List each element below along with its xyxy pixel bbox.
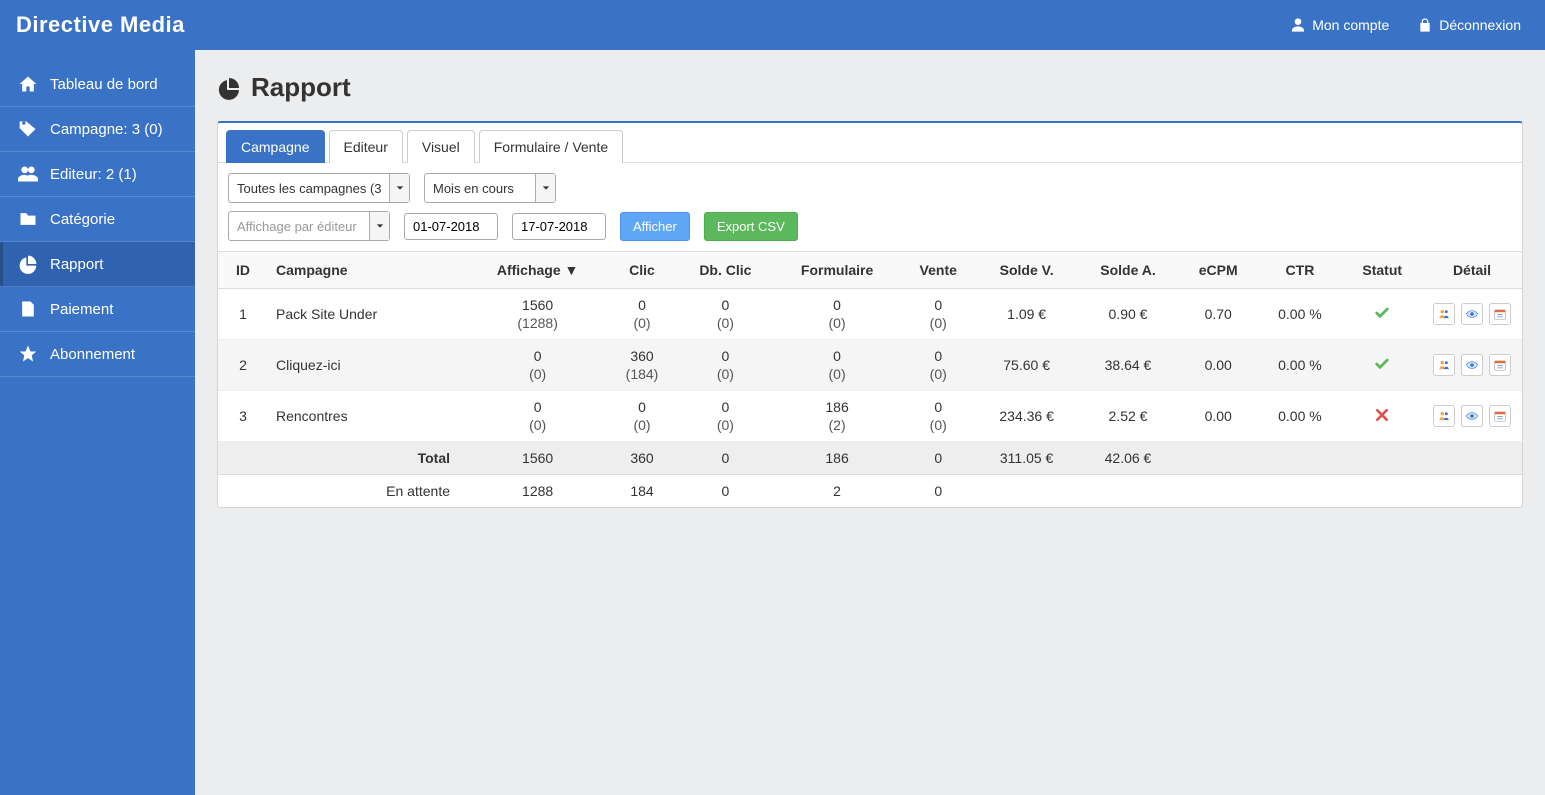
campagne-select[interactable] bbox=[228, 173, 410, 203]
sidebar: Tableau de bord Campagne: 3 (0) Editeur:… bbox=[0, 50, 195, 795]
pending-label: En attente bbox=[218, 475, 468, 508]
detail-view-button[interactable] bbox=[1461, 405, 1483, 427]
period-select[interactable] bbox=[424, 173, 556, 203]
totals-row: Total 1560 360 0 186 0 311.05 € 42.06 € bbox=[218, 442, 1522, 475]
sidebar-item-label: Catégorie bbox=[50, 211, 115, 228]
detail-users-button[interactable] bbox=[1433, 405, 1455, 427]
col-detail[interactable]: Détail bbox=[1422, 252, 1522, 289]
col-dbclic[interactable]: Db. Clic bbox=[677, 252, 774, 289]
my-account-link[interactable]: Mon compte bbox=[1290, 17, 1389, 33]
table-row: 1Pack Site Under1560(1288)0(0)0(0)0(0)0(… bbox=[218, 289, 1522, 340]
col-affichage[interactable]: Affichage ▼ bbox=[468, 252, 607, 289]
brand-logo[interactable]: Directive Media bbox=[16, 12, 185, 38]
sidebar-item-paiement[interactable]: Paiement bbox=[0, 287, 195, 332]
detail-calendar-button[interactable] bbox=[1489, 405, 1511, 427]
sidebar-item-editeur[interactable]: Editeur: 2 (1) bbox=[0, 152, 195, 197]
tabs: Campagne Editeur Visuel Formulaire / Ven… bbox=[218, 123, 1522, 163]
sidebar-item-label: Campagne: 3 (0) bbox=[50, 121, 163, 138]
user-icon bbox=[1290, 17, 1306, 33]
totals-label: Total bbox=[218, 442, 468, 475]
logout-link[interactable]: Déconnexion bbox=[1417, 17, 1521, 33]
lock-icon bbox=[1417, 17, 1433, 33]
col-solde-v[interactable]: Solde V. bbox=[976, 252, 1077, 289]
star-icon bbox=[18, 344, 38, 364]
show-button[interactable]: Afficher bbox=[620, 212, 690, 241]
folder-icon bbox=[18, 209, 38, 229]
col-clic[interactable]: Clic bbox=[607, 252, 677, 289]
report-table: ID Campagne Affichage ▼ Clic Db. Clic Fo… bbox=[218, 252, 1522, 507]
chevron-down-icon[interactable] bbox=[369, 212, 389, 240]
sidebar-item-label: Paiement bbox=[50, 301, 113, 318]
detail-users-button[interactable] bbox=[1433, 303, 1455, 325]
detail-users-button[interactable] bbox=[1433, 354, 1455, 376]
check-icon bbox=[1374, 308, 1390, 324]
col-solde-a[interactable]: Solde A. bbox=[1077, 252, 1179, 289]
sidebar-item-dashboard[interactable]: Tableau de bord bbox=[0, 62, 195, 107]
campagne-select-value bbox=[229, 174, 389, 202]
file-icon bbox=[18, 299, 38, 319]
col-statut[interactable]: Statut bbox=[1342, 252, 1422, 289]
report-panel: Campagne Editeur Visuel Formulaire / Ven… bbox=[217, 121, 1523, 508]
chevron-down-icon[interactable] bbox=[389, 174, 409, 202]
my-account-label: Mon compte bbox=[1312, 17, 1389, 33]
detail-calendar-button[interactable] bbox=[1489, 354, 1511, 376]
sidebar-item-label: Tableau de bord bbox=[50, 76, 158, 93]
sidebar-item-rapport[interactable]: Rapport bbox=[0, 242, 195, 287]
piechart-icon bbox=[217, 76, 241, 100]
home-icon bbox=[18, 74, 38, 94]
top-bar: Directive Media Mon compte Déconnexion bbox=[0, 0, 1545, 50]
col-campagne[interactable]: Campagne bbox=[268, 252, 468, 289]
page-title: Rapport bbox=[217, 72, 1523, 103]
tab-formulaire-vente[interactable]: Formulaire / Vente bbox=[479, 130, 623, 163]
tab-campagne[interactable]: Campagne bbox=[226, 130, 325, 163]
piechart-icon bbox=[18, 254, 38, 274]
tag-icon bbox=[18, 119, 38, 139]
sidebar-item-campagne[interactable]: Campagne: 3 (0) bbox=[0, 107, 195, 152]
page-title-text: Rapport bbox=[251, 72, 351, 103]
pending-row: En attente 1288 184 0 2 0 bbox=[218, 475, 1522, 508]
table-row: 2Cliquez-ici0(0)360(184)0(0)0(0)0(0)75.6… bbox=[218, 340, 1522, 391]
sidebar-item-categorie[interactable]: Catégorie bbox=[0, 197, 195, 242]
period-select-value bbox=[425, 174, 535, 202]
sidebar-item-abonnement[interactable]: Abonnement bbox=[0, 332, 195, 377]
sidebar-item-label: Editeur: 2 (1) bbox=[50, 166, 137, 183]
sidebar-item-label: Abonnement bbox=[50, 346, 135, 363]
col-ctr[interactable]: CTR bbox=[1257, 252, 1342, 289]
col-ecpm[interactable]: eCPM bbox=[1179, 252, 1257, 289]
filters: Afficher Export CSV bbox=[218, 163, 1522, 252]
detail-view-button[interactable] bbox=[1461, 303, 1483, 325]
users-icon bbox=[18, 164, 38, 184]
col-id[interactable]: ID bbox=[218, 252, 268, 289]
date-to-input[interactable] bbox=[512, 213, 606, 240]
col-vente[interactable]: Vente bbox=[900, 252, 976, 289]
displayby-select-value bbox=[229, 212, 369, 240]
col-formulaire[interactable]: Formulaire bbox=[774, 252, 900, 289]
main-content: Rapport Campagne Editeur Visuel Formulai… bbox=[195, 50, 1545, 795]
export-csv-button[interactable]: Export CSV bbox=[704, 212, 798, 241]
date-from-input[interactable] bbox=[404, 213, 498, 240]
tab-editeur[interactable]: Editeur bbox=[329, 130, 403, 163]
tab-visuel[interactable]: Visuel bbox=[407, 130, 475, 163]
check-icon bbox=[1374, 359, 1390, 375]
displayby-select[interactable] bbox=[228, 211, 390, 241]
detail-calendar-button[interactable] bbox=[1489, 303, 1511, 325]
table-row: 3Rencontres0(0)0(0)0(0)186(2)0(0)234.36 … bbox=[218, 391, 1522, 442]
detail-view-button[interactable] bbox=[1461, 354, 1483, 376]
chevron-down-icon[interactable] bbox=[535, 174, 555, 202]
x-icon bbox=[1374, 410, 1390, 426]
sidebar-item-label: Rapport bbox=[50, 256, 103, 273]
table-header-row: ID Campagne Affichage ▼ Clic Db. Clic Fo… bbox=[218, 252, 1522, 289]
logout-label: Déconnexion bbox=[1439, 17, 1521, 33]
